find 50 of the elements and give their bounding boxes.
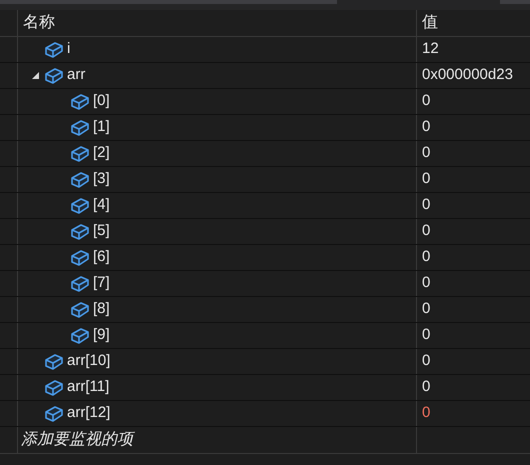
variable-icon	[44, 40, 64, 58]
column-header[interactable]: 名称	[18, 10, 417, 36]
add-watch-field[interactable]: 添加要监视的项	[18, 427, 417, 453]
variable-value: 0	[422, 247, 430, 268]
variable-name: [7]	[93, 273, 110, 294]
variable-name: arr[11]	[67, 377, 110, 398]
variable-icon	[70, 170, 90, 188]
variable-icon	[44, 352, 64, 370]
collapse-arrow-icon[interactable]	[30, 71, 40, 80]
variable-name: arr[10]	[67, 351, 110, 372]
column-header[interactable]: 值	[417, 10, 530, 36]
variable-value: 0x000000d23	[422, 65, 513, 86]
variable-icon	[70, 92, 90, 110]
variable-value: 0	[422, 377, 430, 398]
variable-icon	[44, 404, 64, 422]
variable-value: 12	[422, 39, 439, 60]
variable-value: 0	[422, 403, 430, 424]
variable-value: 0	[422, 325, 430, 346]
variable-icon	[70, 274, 90, 292]
variable-value: 0	[422, 195, 430, 216]
variable-value: 0	[422, 169, 430, 190]
variable-icon	[70, 222, 90, 240]
variable-name: [5]	[93, 221, 110, 242]
variable-name: i	[67, 39, 70, 60]
variable-value: 0	[422, 117, 430, 138]
variable-icon	[70, 326, 90, 344]
variable-icon	[70, 300, 90, 318]
variable-name: [4]	[93, 195, 110, 216]
variable-icon	[70, 144, 90, 162]
variable-name: [8]	[93, 299, 110, 320]
variable-value: 0	[422, 221, 430, 242]
variable-name: [1]	[93, 117, 110, 138]
variable-icon	[70, 248, 90, 266]
variable-name: [3]	[93, 169, 110, 190]
variable-value: 0	[422, 273, 430, 294]
variable-name: arr	[67, 65, 86, 86]
variable-icon	[70, 118, 90, 136]
variable-value: 0	[422, 91, 430, 112]
horizontal-scrollbar[interactable]	[0, 0, 530, 10]
variable-name: [0]	[93, 91, 110, 112]
variable-icon	[44, 66, 64, 84]
variable-value: 0	[422, 299, 430, 320]
variable-icon	[70, 196, 90, 214]
variable-name: arr[12]	[67, 403, 110, 424]
variable-icon	[44, 378, 64, 396]
variable-value: 0	[422, 351, 430, 372]
variable-name: [2]	[93, 143, 110, 164]
variable-value: 0	[422, 143, 430, 164]
variable-name: [9]	[93, 325, 110, 346]
variable-name: [6]	[93, 247, 110, 268]
